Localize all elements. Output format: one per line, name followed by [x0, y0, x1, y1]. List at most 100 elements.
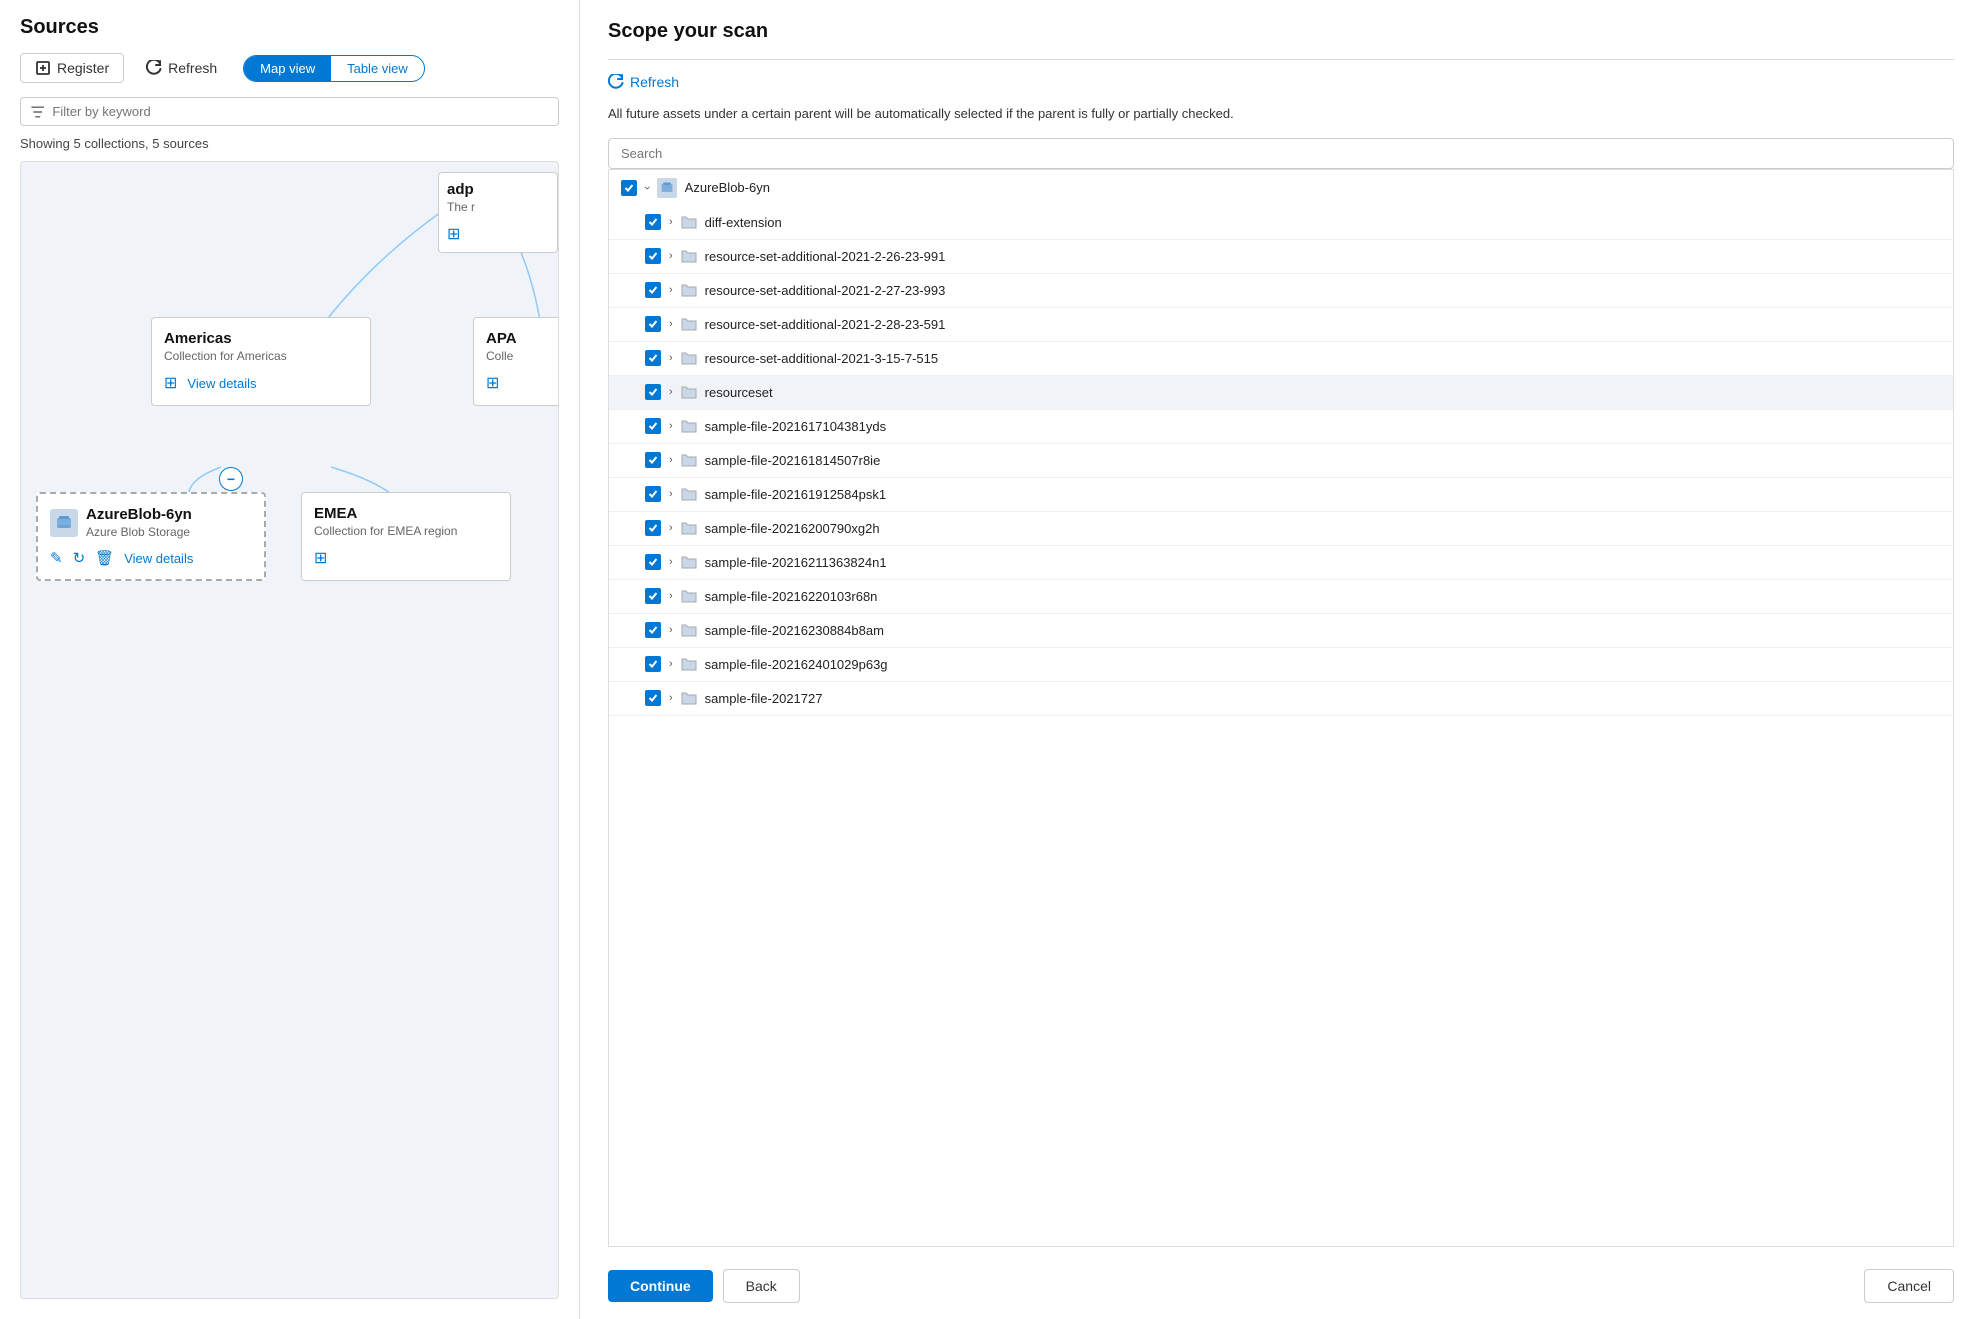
item-checkbox-0[interactable] [645, 214, 661, 230]
tree-items: ›diff-extension›resource-set-additional-… [609, 206, 1953, 716]
item-checkbox-9[interactable] [645, 520, 661, 536]
sources-title: Sources [20, 16, 559, 39]
item-checkbox-4[interactable] [645, 350, 661, 366]
item-checkbox-8[interactable] [645, 486, 661, 502]
americas-view-details[interactable]: View details [187, 376, 256, 391]
item-chevron-3[interactable]: › [669, 318, 673, 330]
adp-grid-icon: ⊞ [447, 224, 460, 244]
azureblob-view-details[interactable]: View details [124, 551, 193, 566]
filter-bar [20, 97, 559, 126]
item-chevron-5[interactable]: › [669, 386, 673, 398]
item-chevron-7[interactable]: › [669, 454, 673, 466]
azureblob-sub: Azure Blob Storage [86, 525, 192, 539]
bottom-buttons: Continue Back Cancel [608, 1261, 1954, 1303]
table-view-button[interactable]: Table view [331, 56, 424, 81]
item-chevron-9[interactable]: › [669, 522, 673, 534]
apac-sub: Colle [486, 349, 550, 363]
folder-icon-11 [681, 587, 697, 606]
item-label-3: resource-set-additional-2021-2-28-23-591 [705, 317, 946, 332]
apac-grid-icon: ⊞ [486, 373, 499, 393]
root-label: AzureBlob-6yn [685, 180, 770, 195]
item-chevron-0[interactable]: › [669, 216, 673, 228]
item-label-13: sample-file-202162401029p63g [705, 657, 888, 672]
cancel-button[interactable]: Cancel [1864, 1269, 1954, 1303]
item-checkbox-6[interactable] [645, 418, 661, 434]
emea-sub: Collection for EMEA region [314, 524, 498, 538]
map-canvas: adp The r ⊞ Americas Collection for Amer… [21, 162, 558, 1298]
item-checkbox-10[interactable] [645, 554, 661, 570]
back-button[interactable]: Back [723, 1269, 800, 1303]
americas-sub: Collection for Americas [164, 349, 358, 363]
scope-scan-title: Scope your scan [608, 20, 1954, 43]
item-chevron-12[interactable]: › [669, 624, 673, 636]
item-checkbox-12[interactable] [645, 622, 661, 638]
tree-search-input[interactable] [608, 138, 1954, 169]
view-toggle: Map view Table view [243, 55, 425, 82]
item-checkbox-5[interactable] [645, 384, 661, 400]
item-chevron-10[interactable]: › [669, 556, 673, 568]
adp-node: adp The r ⊞ [438, 172, 558, 253]
toolbar: Register Refresh Map view Table view [20, 53, 559, 83]
right-panel: Scope your scan Refresh All future asset… [580, 0, 1982, 1319]
item-label-7: sample-file-202161814507r8ie [705, 453, 881, 468]
continue-button[interactable]: Continue [608, 1270, 713, 1302]
item-checkbox-13[interactable] [645, 656, 661, 672]
filter-input[interactable] [52, 104, 548, 119]
map-view-button[interactable]: Map view [244, 56, 331, 81]
azureblob-title: AzureBlob-6yn [86, 506, 192, 523]
item-label-9: sample-file-20216200790xg2h [705, 521, 880, 536]
item-chevron-1[interactable]: › [669, 250, 673, 262]
folder-icon-0 [681, 213, 697, 232]
folder-icon-10 [681, 553, 697, 572]
emea-grid-icon: ⊞ [314, 548, 327, 568]
item-chevron-11[interactable]: › [669, 590, 673, 602]
item-label-6: sample-file-2021617104381yds [705, 419, 886, 434]
item-label-5: resourceset [705, 385, 773, 400]
tree-item: › sample-file-202161814507r8ie [609, 444, 1953, 478]
item-chevron-2[interactable]: › [669, 284, 673, 296]
azureblob-node: AzureBlob-6yn Azure Blob Storage ✎ ↻ 🗑 V… [36, 492, 266, 581]
register-button[interactable]: Register [20, 53, 124, 83]
item-chevron-13[interactable]: › [669, 658, 673, 670]
item-chevron-4[interactable]: › [669, 352, 673, 364]
info-text: All future assets under a certain parent… [608, 104, 1954, 124]
item-checkbox-14[interactable] [645, 690, 661, 706]
folder-icon-14 [681, 689, 697, 708]
apac-node: APA Colle ⊞ [473, 317, 559, 406]
refresh-right-button[interactable]: Refresh [608, 74, 1954, 90]
folder-icon-3 [681, 315, 697, 334]
showing-text: Showing 5 collections, 5 sources [0, 136, 579, 161]
folder-icon-9 [681, 519, 697, 538]
item-chevron-8[interactable]: › [669, 488, 673, 500]
apac-title: APA [486, 330, 550, 347]
tree-item: › resource-set-additional-2021-2-26-23-99… [609, 240, 1953, 274]
item-checkbox-2[interactable] [645, 282, 661, 298]
root-chevron-icon[interactable]: › [641, 186, 653, 190]
emea-actions: ⊞ [314, 548, 498, 568]
item-label-12: sample-file-20216230884b8am [705, 623, 884, 638]
folder-icon-8 [681, 485, 697, 504]
folder-icon-2 [681, 281, 697, 300]
item-checkbox-7[interactable] [645, 452, 661, 468]
delete-icon[interactable]: 🗑 [95, 549, 114, 567]
refresh-left-button[interactable]: Refresh [132, 54, 231, 82]
tree-item: › sample-file-2021617104381yds [609, 410, 1953, 444]
edit-icon[interactable]: ✎ [50, 549, 63, 567]
item-checkbox-1[interactable] [645, 248, 661, 264]
root-checkbox[interactable] [621, 180, 637, 196]
item-label-11: sample-file-20216220103r68n [705, 589, 878, 604]
tree-item: › sample-file-20216220103r68n [609, 580, 1953, 614]
filter-icon [31, 105, 44, 119]
refresh-left-icon [146, 60, 162, 76]
scan-icon[interactable]: ↻ [73, 549, 86, 567]
tree-item: › sample-file-202162401029p63g [609, 648, 1953, 682]
tree-container[interactable]: › AzureBlob-6yn ›diff-extension›resource… [608, 169, 1954, 1248]
item-label-2: resource-set-additional-2021-2-27-23-993 [705, 283, 946, 298]
item-chevron-14[interactable]: › [669, 692, 673, 704]
item-chevron-6[interactable]: › [669, 420, 673, 432]
azureblob-actions: ✎ ↻ 🗑 View details [50, 549, 252, 567]
item-checkbox-11[interactable] [645, 588, 661, 604]
item-checkbox-3[interactable] [645, 316, 661, 332]
collapse-button[interactable]: − [219, 467, 243, 491]
item-label-1: resource-set-additional-2021-2-26-23-991 [705, 249, 946, 264]
